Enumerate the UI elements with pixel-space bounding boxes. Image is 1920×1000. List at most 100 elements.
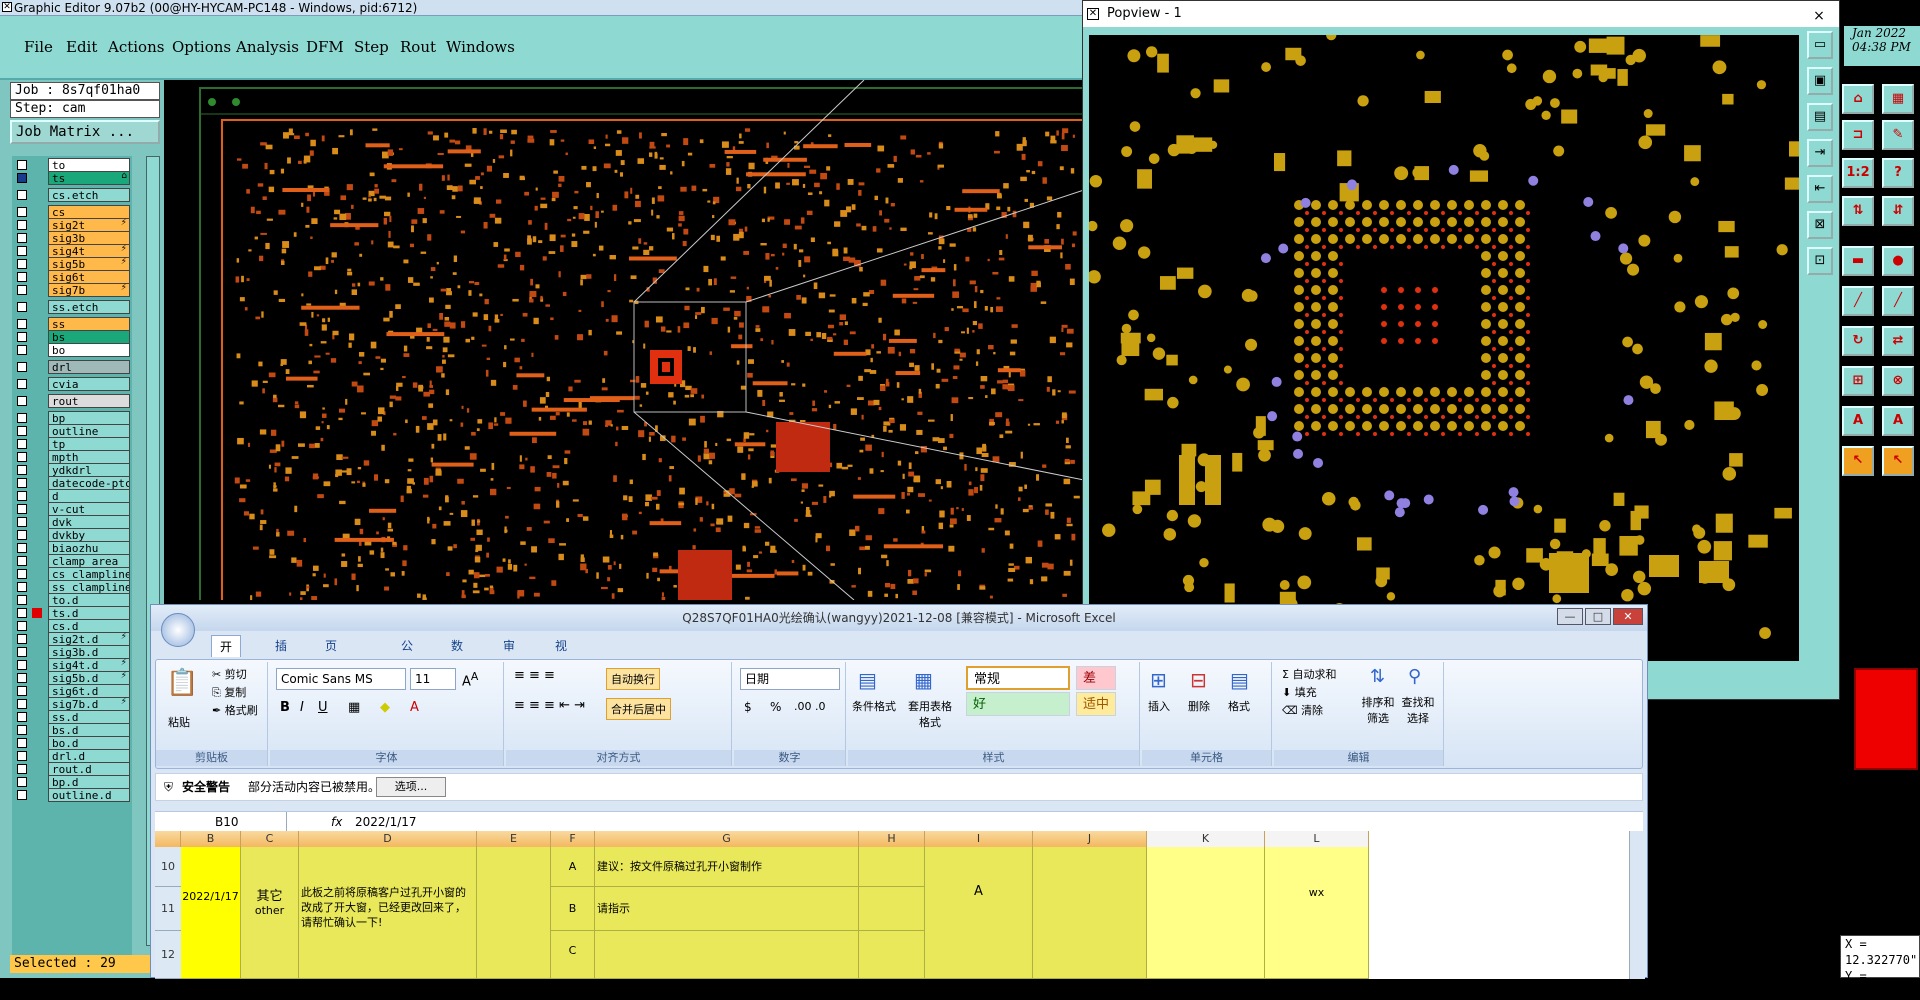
layer-checkbox[interactable]	[17, 686, 27, 696]
layer-row-drl-d[interactable]: drl.d	[14, 749, 130, 763]
home-icon[interactable]: ⌂	[1842, 84, 1874, 114]
cell-i10[interactable]: A	[925, 847, 1033, 979]
find-icon[interactable]: ⚲	[1408, 666, 1421, 687]
excel-vertical-scrollbar[interactable]	[1629, 831, 1645, 979]
clear-button[interactable]: ⌫ 清除	[1282, 702, 1323, 718]
delete-cells-button[interactable]: 删除	[1188, 698, 1210, 714]
layer-row-biaozhu[interactable]: biaozhu	[14, 541, 130, 555]
underline-icon[interactable]: U	[318, 700, 328, 715]
maximize-icon[interactable]: □	[1585, 608, 1611, 625]
layer-row-ts-d[interactable]: ts.d	[14, 606, 130, 620]
autosum-button[interactable]: Σ 自动求和	[1282, 666, 1336, 682]
layer-checkbox[interactable]	[17, 595, 27, 605]
layer-checkbox[interactable]	[17, 285, 27, 295]
select-all-corner[interactable]	[155, 831, 181, 847]
layer-checkbox[interactable]	[17, 621, 27, 631]
layer-row-tp[interactable]: tp	[14, 437, 130, 451]
layer-checkbox[interactable]	[17, 478, 27, 488]
grow-font-icon[interactable]: AA	[462, 670, 478, 689]
style-bad[interactable]: 差	[1076, 666, 1116, 690]
border-icon[interactable]: ▦	[348, 700, 360, 715]
cell-k10[interactable]	[1147, 847, 1265, 979]
cell-h12[interactable]	[859, 931, 925, 979]
cell-f12[interactable]: C	[551, 931, 595, 979]
office-button[interactable]	[161, 613, 195, 647]
insert-cells-icon[interactable]: ⊞	[1150, 668, 1167, 692]
layer-row-bo-d[interactable]: bo.d	[14, 736, 130, 750]
layer-checkbox[interactable]	[17, 764, 27, 774]
column-header[interactable]: F	[551, 831, 595, 847]
column-header[interactable]: I	[925, 831, 1033, 847]
layer-row-v-cut[interactable]: v-cut	[14, 502, 130, 516]
menu-step[interactable]: Step	[354, 38, 389, 56]
close-icon[interactable]: ✕	[1613, 608, 1643, 625]
menu-dfm[interactable]: DFM	[306, 38, 344, 56]
job-matrix-button[interactable]: Job Matrix ...	[10, 120, 160, 144]
format-painter-button[interactable]: ✒ 格式刷	[212, 702, 258, 718]
layer-row-sig3b-d[interactable]: sig3b.d	[14, 645, 130, 659]
table-format-icon[interactable]: ▦	[914, 668, 933, 692]
layer-row-sig4t-d[interactable]: sig4t.d ⚡	[14, 658, 130, 672]
column-header[interactable]: E	[477, 831, 551, 847]
layer-checkbox[interactable]	[17, 777, 27, 787]
layer-checkbox[interactable]	[17, 660, 27, 670]
layer-row-datecode-ptc[interactable]: datecode-ptc	[14, 476, 130, 490]
layer-checkbox[interactable]	[17, 345, 27, 355]
currency-icon[interactable]: $	[744, 700, 752, 714]
popview-tool-zoom-icon[interactable]: ⊠	[1807, 211, 1833, 239]
cell-g12[interactable]	[595, 931, 859, 979]
pcb-canvas[interactable]	[164, 80, 1084, 600]
text-a2-icon[interactable]: A	[1882, 406, 1914, 436]
cursor-icon[interactable]: ↖	[1842, 446, 1874, 476]
layer-checkbox[interactable]	[17, 790, 27, 800]
layer-row-cs[interactable]: cs	[14, 205, 130, 219]
layer-checkbox[interactable]	[17, 751, 27, 761]
layer-checkbox[interactable]	[17, 207, 27, 217]
layer-checkbox[interactable]	[17, 220, 27, 230]
layer-row-sig6t[interactable]: sig6t	[14, 270, 130, 284]
cell-b10[interactable]: 2022/1/17	[181, 847, 241, 979]
conditional-format-button[interactable]: 条件格式	[852, 698, 896, 714]
cursor2-icon[interactable]: ↖	[1882, 446, 1914, 476]
layer-row-cs-etch[interactable]: cs.etch	[14, 188, 130, 202]
popview-tool-fit-icon[interactable]: ⊡	[1807, 247, 1833, 275]
layer-row-outline[interactable]: outline	[14, 424, 130, 438]
find-select-button[interactable]: 查找和选择	[1398, 694, 1438, 726]
fx-icon[interactable]: fx	[331, 812, 342, 832]
grid-icon[interactable]: ▦	[1882, 84, 1914, 114]
layer-checkbox[interactable]	[17, 712, 27, 722]
bold-icon[interactable]: B	[280, 700, 290, 715]
layer-checkbox[interactable]	[17, 452, 27, 462]
help-icon[interactable]: ?	[1882, 158, 1914, 188]
layer-row-outline-d[interactable]: outline.d	[14, 788, 130, 802]
line-icon[interactable]: ╱	[1842, 286, 1874, 316]
layer-checkbox[interactable]	[17, 725, 27, 735]
flip-icon[interactable]: ⇄	[1882, 326, 1914, 356]
layer-row-ts[interactable]: ts ⌂	[14, 171, 130, 185]
column-header[interactable]: D	[299, 831, 477, 847]
layer-checkbox[interactable]	[17, 246, 27, 256]
tab-insert[interactable]: 插入	[275, 635, 287, 675]
layer-row-sig4t[interactable]: sig4t ⚡	[14, 244, 130, 258]
layer-checkbox[interactable]	[17, 504, 27, 514]
layer-checkbox[interactable]	[17, 582, 27, 592]
layer-row-sig5b-d[interactable]: sig5b.d ⚡	[14, 671, 130, 685]
text-a-icon[interactable]: A	[1842, 406, 1874, 436]
layer-row-dvk[interactable]: dvk	[14, 515, 130, 529]
ruler-icon[interactable]: ▬	[1842, 246, 1874, 276]
layer-row-cs-clampline[interactable]: cs_clampline	[14, 567, 130, 581]
layer-checkbox[interactable]	[17, 396, 27, 406]
align-left-icon[interactable]: ≡ ≡ ≡ ⇤ ⇥	[514, 698, 585, 713]
formula-input[interactable]: 2022/1/17	[355, 812, 417, 832]
fill-color-icon[interactable]: ◆	[380, 700, 390, 715]
minimize-icon[interactable]: —	[1557, 608, 1583, 625]
move-icon[interactable]: ⊞	[1842, 366, 1874, 396]
layer-checkbox[interactable]	[17, 647, 27, 657]
column-header[interactable]: K	[1147, 831, 1265, 847]
wrap-text-button[interactable]: 自动换行	[606, 668, 660, 690]
layer-row-ydkdrl[interactable]: ydkdrl	[14, 463, 130, 477]
tab-formulas[interactable]: 公式	[401, 635, 413, 675]
cell-h11[interactable]	[859, 887, 925, 931]
menu-file[interactable]: File	[24, 38, 53, 56]
cut-button[interactable]: ✂ 剪切	[212, 666, 247, 682]
